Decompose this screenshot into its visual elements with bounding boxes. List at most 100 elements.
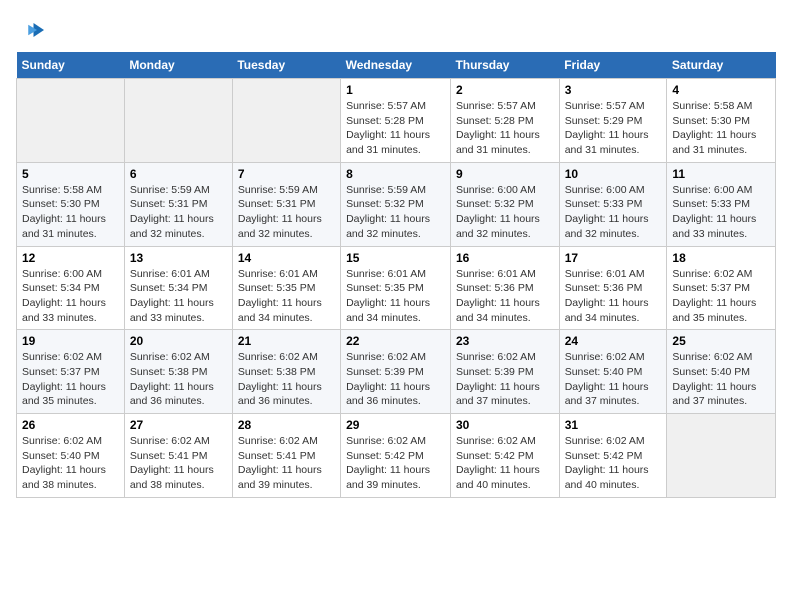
day-info: Sunrise: 6:02 AM Sunset: 5:40 PM Dayligh… [672, 350, 770, 409]
col-header-friday: Friday [559, 52, 667, 79]
day-number: 16 [456, 251, 554, 265]
logo-icon [16, 16, 44, 44]
day-cell: 19 Sunrise: 6:02 AM Sunset: 5:37 PM Dayli… [17, 330, 125, 414]
day-number: 15 [346, 251, 445, 265]
col-header-sunday: Sunday [17, 52, 125, 79]
day-cell: 14 Sunrise: 6:01 AM Sunset: 5:35 PM Dayli… [232, 246, 340, 330]
day-info: Sunrise: 6:01 AM Sunset: 5:34 PM Dayligh… [130, 267, 227, 326]
day-info: Sunrise: 6:00 AM Sunset: 5:33 PM Dayligh… [565, 183, 662, 242]
day-number: 23 [456, 334, 554, 348]
week-row-5: 26 Sunrise: 6:02 AM Sunset: 5:40 PM Dayli… [17, 414, 776, 498]
day-number: 3 [565, 83, 662, 97]
day-info: Sunrise: 6:02 AM Sunset: 5:38 PM Dayligh… [238, 350, 335, 409]
week-row-3: 12Sunrise: 6:00 AM Sunset: 5:34 PM Dayli… [17, 246, 776, 330]
day-cell: 31Sunrise: 6:02 AM Sunset: 5:42 PM Dayli… [559, 414, 667, 498]
day-number: 1 [346, 83, 445, 97]
day-number: 14 [238, 251, 335, 265]
day-number: 28 [238, 418, 335, 432]
day-number: 29 [346, 418, 445, 432]
day-info: Sunrise: 6:00 AM Sunset: 5:32 PM Dayligh… [456, 183, 554, 242]
day-info: Sunrise: 5:58 AM Sunset: 5:30 PM Dayligh… [672, 99, 770, 158]
day-number: 18 [672, 251, 770, 265]
day-number: 31 [565, 418, 662, 432]
day-info: Sunrise: 6:00 AM Sunset: 5:33 PM Dayligh… [672, 183, 770, 242]
day-number: 8 [346, 167, 445, 181]
day-info: Sunrise: 5:59 AM Sunset: 5:31 PM Dayligh… [238, 183, 335, 242]
day-cell: 3 Sunrise: 5:57 AM Sunset: 5:29 PM Daylig… [559, 79, 667, 163]
day-cell: 28 Sunrise: 6:02 AM Sunset: 5:41 PM Dayli… [232, 414, 340, 498]
day-cell: 11 Sunrise: 6:00 AM Sunset: 5:33 PM Dayli… [667, 162, 776, 246]
day-number: 24 [565, 334, 662, 348]
day-number: 20 [130, 334, 227, 348]
day-info: Sunrise: 5:58 AM Sunset: 5:30 PM Dayligh… [22, 183, 119, 242]
day-cell: 10 Sunrise: 6:00 AM Sunset: 5:33 PM Dayli… [559, 162, 667, 246]
day-info: Sunrise: 5:57 AM Sunset: 5:28 PM Dayligh… [456, 99, 554, 158]
day-info: Sunrise: 6:02 AM Sunset: 5:37 PM Dayligh… [22, 350, 119, 409]
day-number: 22 [346, 334, 445, 348]
day-info: Sunrise: 6:02 AM Sunset: 5:41 PM Dayligh… [130, 434, 227, 493]
day-cell: 20 Sunrise: 6:02 AM Sunset: 5:38 PM Dayli… [124, 330, 232, 414]
day-info: Sunrise: 6:02 AM Sunset: 5:37 PM Dayligh… [672, 267, 770, 326]
day-cell: 18 Sunrise: 6:02 AM Sunset: 5:37 PM Dayli… [667, 246, 776, 330]
day-number: 26 [22, 418, 119, 432]
day-cell [124, 79, 232, 163]
page-header [16, 16, 776, 44]
week-row-1: 1 Sunrise: 5:57 AM Sunset: 5:28 PM Daylig… [17, 79, 776, 163]
day-info: Sunrise: 6:00 AM Sunset: 5:34 PM Dayligh… [22, 267, 119, 326]
day-number: 11 [672, 167, 770, 181]
week-row-2: 5 Sunrise: 5:58 AM Sunset: 5:30 PM Daylig… [17, 162, 776, 246]
day-number: 7 [238, 167, 335, 181]
col-header-saturday: Saturday [667, 52, 776, 79]
day-cell: 30 Sunrise: 6:02 AM Sunset: 5:42 PM Dayli… [450, 414, 559, 498]
col-header-tuesday: Tuesday [232, 52, 340, 79]
calendar-table: SundayMondayTuesdayWednesdayThursdayFrid… [16, 52, 776, 498]
day-number: 4 [672, 83, 770, 97]
day-cell: 15 Sunrise: 6:01 AM Sunset: 5:35 PM Dayli… [341, 246, 451, 330]
days-of-week-row: SundayMondayTuesdayWednesdayThursdayFrid… [17, 52, 776, 79]
day-cell: 23 Sunrise: 6:02 AM Sunset: 5:39 PM Dayli… [450, 330, 559, 414]
day-cell [232, 79, 340, 163]
day-info: Sunrise: 6:01 AM Sunset: 5:35 PM Dayligh… [346, 267, 445, 326]
logo [16, 16, 48, 44]
col-header-thursday: Thursday [450, 52, 559, 79]
day-info: Sunrise: 6:02 AM Sunset: 5:40 PM Dayligh… [565, 350, 662, 409]
day-cell: 1 Sunrise: 5:57 AM Sunset: 5:28 PM Daylig… [341, 79, 451, 163]
calendar-body: 1 Sunrise: 5:57 AM Sunset: 5:28 PM Daylig… [17, 79, 776, 498]
day-cell: 26 Sunrise: 6:02 AM Sunset: 5:40 PM Dayli… [17, 414, 125, 498]
day-number: 21 [238, 334, 335, 348]
day-info: Sunrise: 5:59 AM Sunset: 5:31 PM Dayligh… [130, 183, 227, 242]
day-info: Sunrise: 6:02 AM Sunset: 5:40 PM Dayligh… [22, 434, 119, 493]
day-cell: 7 Sunrise: 5:59 AM Sunset: 5:31 PM Daylig… [232, 162, 340, 246]
day-number: 30 [456, 418, 554, 432]
day-info: Sunrise: 6:01 AM Sunset: 5:36 PM Dayligh… [565, 267, 662, 326]
day-info: Sunrise: 5:57 AM Sunset: 5:29 PM Dayligh… [565, 99, 662, 158]
day-cell: 16 Sunrise: 6:01 AM Sunset: 5:36 PM Dayli… [450, 246, 559, 330]
day-info: Sunrise: 5:57 AM Sunset: 5:28 PM Dayligh… [346, 99, 445, 158]
day-cell: 9Sunrise: 6:00 AM Sunset: 5:32 PM Daylig… [450, 162, 559, 246]
week-row-4: 19 Sunrise: 6:02 AM Sunset: 5:37 PM Dayli… [17, 330, 776, 414]
day-info: Sunrise: 6:02 AM Sunset: 5:41 PM Dayligh… [238, 434, 335, 493]
day-cell [667, 414, 776, 498]
day-info: Sunrise: 6:02 AM Sunset: 5:38 PM Dayligh… [130, 350, 227, 409]
day-number: 13 [130, 251, 227, 265]
day-number: 19 [22, 334, 119, 348]
day-number: 25 [672, 334, 770, 348]
day-number: 17 [565, 251, 662, 265]
day-info: Sunrise: 6:02 AM Sunset: 5:39 PM Dayligh… [456, 350, 554, 409]
day-number: 5 [22, 167, 119, 181]
day-cell: 2 Sunrise: 5:57 AM Sunset: 5:28 PM Daylig… [450, 79, 559, 163]
day-number: 27 [130, 418, 227, 432]
day-info: Sunrise: 6:01 AM Sunset: 5:35 PM Dayligh… [238, 267, 335, 326]
day-cell: 24 Sunrise: 6:02 AM Sunset: 5:40 PM Dayli… [559, 330, 667, 414]
day-cell: 17 Sunrise: 6:01 AM Sunset: 5:36 PM Dayli… [559, 246, 667, 330]
day-info: Sunrise: 6:01 AM Sunset: 5:36 PM Dayligh… [456, 267, 554, 326]
day-cell [17, 79, 125, 163]
day-number: 10 [565, 167, 662, 181]
day-info: Sunrise: 6:02 AM Sunset: 5:42 PM Dayligh… [456, 434, 554, 493]
day-number: 2 [456, 83, 554, 97]
day-cell: 4 Sunrise: 5:58 AM Sunset: 5:30 PM Daylig… [667, 79, 776, 163]
day-cell: 21 Sunrise: 6:02 AM Sunset: 5:38 PM Dayli… [232, 330, 340, 414]
day-info: Sunrise: 5:59 AM Sunset: 5:32 PM Dayligh… [346, 183, 445, 242]
day-cell: 5 Sunrise: 5:58 AM Sunset: 5:30 PM Daylig… [17, 162, 125, 246]
col-header-wednesday: Wednesday [341, 52, 451, 79]
